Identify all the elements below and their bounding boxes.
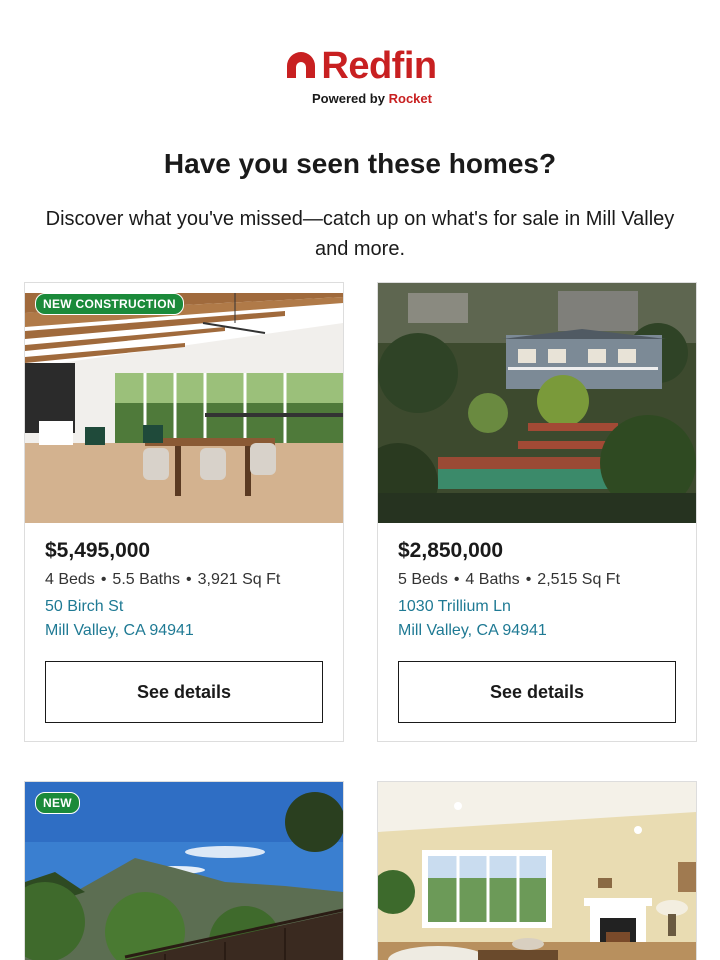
- listing-price: $5,495,000: [45, 539, 151, 562]
- listing-info: $2,850,000 5 Beds • 4 Baths • 2,515 Sq Ft 10…: [398, 539, 620, 643]
- see-details-button[interactable]: See details: [398, 661, 676, 723]
- listing-beds: 4 Beds: [45, 571, 95, 588]
- listing-info: $5,495,000 4 Beds • 5.5 Baths • 3,921 Sq Ft …: [45, 539, 280, 643]
- living-room-fireplace-photo-icon: [378, 782, 696, 960]
- listing-card[interactable]: NEW: [24, 781, 344, 960]
- tagline-brand: Rocket: [388, 91, 432, 106]
- separator-dot: •: [186, 571, 192, 588]
- listing-street[interactable]: 1030 Trillium Ln: [398, 595, 620, 619]
- listing-baths: 5.5 Baths: [112, 571, 181, 588]
- listing-city[interactable]: Mill Valley, CA 94941: [398, 619, 620, 643]
- brand-name: Redfin: [321, 45, 437, 87]
- listing-card[interactable]: NEW CONSTRUCTION $5,495,000 4 Beds • 5.5 B…: [24, 282, 344, 742]
- status-badge: NEW: [35, 792, 80, 814]
- separator-dot: •: [453, 571, 460, 588]
- interior-dining-room-photo-icon: [25, 283, 343, 523]
- listing-city[interactable]: Mill Valley, CA 94941: [45, 619, 280, 643]
- listing-baths: 4 Baths: [465, 571, 520, 588]
- listing-card[interactable]: $2,850,000 5 Beds • 4 Baths • 2,515 Sq Ft 10…: [377, 282, 697, 742]
- listing-photo[interactable]: [378, 782, 696, 960]
- brand-tagline: Powered by Rocket: [24, 91, 720, 106]
- status-badge: NEW CONSTRUCTION: [35, 293, 184, 315]
- listing-photo[interactable]: NEW: [25, 782, 343, 960]
- listing-street[interactable]: 50 Birch St: [45, 595, 280, 619]
- listing-facts: 4 Beds • 5.5 Baths • 3,921 Sq Ft: [45, 571, 280, 589]
- listing-photo[interactable]: [378, 283, 696, 523]
- redfin-logo[interactable]: Redfin: [283, 45, 437, 87]
- listing-facts: 5 Beds • 4 Baths • 2,515 Sq Ft: [398, 571, 620, 589]
- separator-dot: •: [525, 571, 532, 588]
- listing-price: $2,850,000: [398, 539, 504, 562]
- listing-address[interactable]: 50 Birch St Mill Valley, CA 94941: [45, 595, 280, 643]
- page-subtitle: Discover what you've missed—catch up on …: [45, 208, 675, 260]
- listing-sqft: 2,515 Sq Ft: [537, 571, 621, 588]
- see-details-button[interactable]: See details: [45, 661, 323, 723]
- page-title: Have you seen these homes?: [163, 148, 557, 179]
- listing-sqft: 3,921 Sq Ft: [197, 571, 281, 588]
- listing-card[interactable]: [377, 781, 697, 960]
- listing-address[interactable]: 1030 Trillium Ln Mill Valley, CA 94941: [398, 595, 620, 643]
- separator-dot: •: [100, 571, 107, 588]
- redfin-logo-icon: [287, 52, 316, 78]
- tagline-prefix: Powered by: [312, 91, 385, 106]
- email-header: Redfin Powered by Rocket: [0, 45, 720, 106]
- listing-beds: 5 Beds: [398, 571, 448, 588]
- hillside-house-photo-icon: [378, 283, 696, 523]
- listing-photo[interactable]: NEW CONSTRUCTION: [25, 283, 343, 523]
